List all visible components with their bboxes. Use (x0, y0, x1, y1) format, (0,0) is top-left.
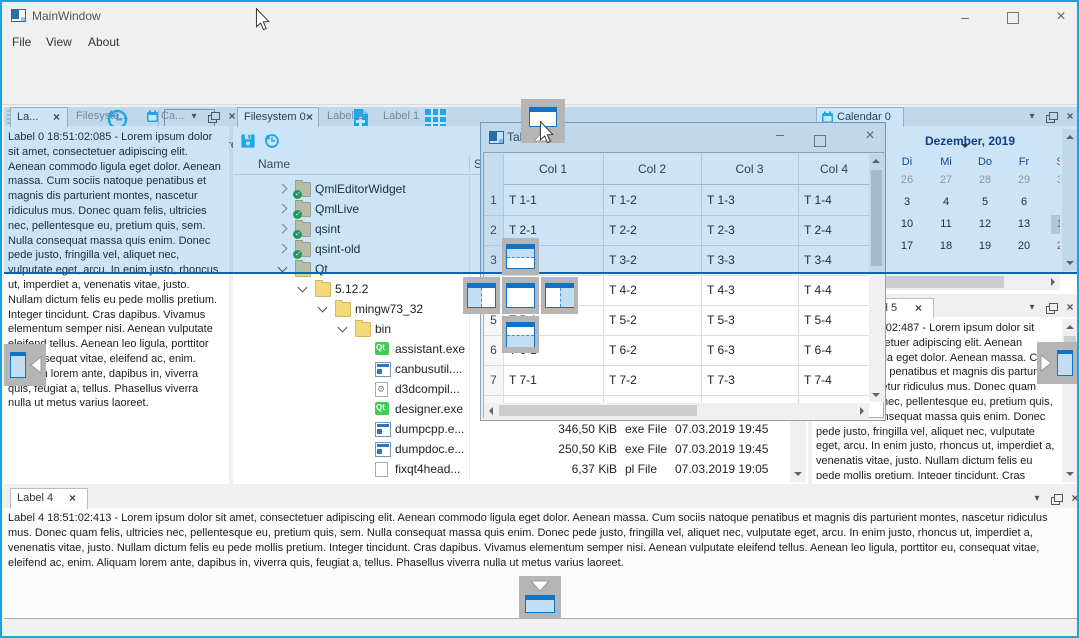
dock-menu-button[interactable]: ▾ (1025, 301, 1039, 315)
drop-indicator-center[interactable] (502, 277, 539, 314)
tree-item[interactable]: fixqt4head... 6,37 KiB pl File 07.03.2019 1… (233, 459, 789, 479)
menu-bar: File View About (2, 31, 1077, 53)
table-cell[interactable]: T 4-2 (609, 283, 637, 297)
drop-indicator-right-edge[interactable] (1037, 342, 1079, 384)
drop-indicator-left-edge[interactable] (4, 344, 46, 386)
toolbar: Save State Restore State test1 Create Pe… (2, 53, 1077, 105)
app-win-icon (375, 362, 391, 377)
file-type: exe File (625, 442, 667, 456)
tab-close-icon[interactable]: × (69, 491, 76, 505)
tab-label: Label 4 (17, 492, 53, 504)
app-win-icon (375, 442, 391, 457)
file-type: exe File (625, 422, 667, 436)
table-cell[interactable]: T 5-3 (707, 313, 735, 327)
table-cell[interactable]: T 6-4 (804, 343, 832, 357)
drop-indicator-split-top[interactable] (502, 238, 539, 275)
drop-arrow-left-icon (30, 356, 42, 374)
maximize-button[interactable] (998, 8, 1028, 28)
tree-item-label: bin (375, 322, 391, 336)
minimize-button[interactable]: – (950, 8, 980, 28)
table-cell[interactable]: T 5-4 (804, 313, 832, 327)
dock-close-button[interactable]: × (1068, 492, 1079, 506)
menu-view[interactable]: View (46, 35, 72, 49)
chevron-down-icon[interactable] (318, 303, 328, 313)
file-size: 250,50 KiB (507, 442, 617, 456)
table-hscrollbar[interactable] (484, 403, 869, 418)
app-icon (11, 9, 26, 22)
tab-label4[interactable]: Label 4 × (10, 488, 88, 509)
table-cell[interactable]: T 6-3 (707, 343, 735, 357)
dock-menu-button[interactable]: ▾ (1030, 492, 1044, 506)
tab-close-icon[interactable]: × (915, 301, 922, 315)
drop-arrow-right-icon (1040, 354, 1052, 372)
row-number: 5 (484, 313, 503, 327)
row-number: 6 (484, 343, 503, 357)
app-win-icon (375, 422, 391, 437)
label4-tabbar: Label 4 × ▾ × (4, 488, 1079, 508)
file-size: 346,50 KiB (507, 422, 617, 436)
tree-item-label: dumpdoc.e... (395, 442, 464, 456)
drop-indicator-bottom-edge[interactable] (519, 576, 561, 618)
drag-cursor (539, 121, 554, 144)
drop-indicator-split-bottom[interactable] (502, 316, 539, 353)
title-bar[interactable]: MainWindow – × (2, 2, 1077, 30)
doc-plain-icon (375, 462, 388, 477)
tree-item-label: assistant.exe (395, 342, 465, 356)
menu-about[interactable]: About (88, 35, 119, 49)
file-date: 07.03.2019 19:45 (675, 422, 768, 436)
qt-app-icon (375, 402, 389, 415)
doc-gear-icon (375, 382, 388, 397)
tree-item-label: canbusutil.... (395, 362, 462, 376)
tree-item-label: designer.exe (395, 402, 463, 416)
table-cell[interactable]: T 7-3 (707, 373, 735, 387)
dock-close-button[interactable]: × (1063, 301, 1077, 315)
file-date: 07.03.2019 19:05 (675, 462, 768, 476)
drop-arrow-down-icon (530, 580, 550, 592)
folder-yellow-icon (355, 322, 371, 337)
table-cell[interactable]: T 4-3 (707, 283, 735, 297)
tree-item-label: dumpcpp.e... (395, 422, 464, 436)
tree-item[interactable]: dumpcpp.e... 346,50 KiB exe File 07.03.2019… (233, 419, 789, 439)
drop-indicator-split-left[interactable] (463, 277, 500, 314)
chevron-down-icon[interactable] (338, 323, 348, 333)
table-cell[interactable]: T 7-4 (804, 373, 832, 387)
table-cell[interactable]: T 7-1 (509, 373, 537, 387)
dock-float-button[interactable] (1044, 301, 1058, 315)
drop-indicator-split-right[interactable] (541, 277, 578, 314)
tree-item[interactable]: dumpdoc.e... 250,50 KiB exe File 07.03.2019… (233, 439, 789, 459)
table-cell[interactable]: T 4-4 (804, 283, 832, 297)
table-cell[interactable]: T 7-2 (609, 373, 637, 387)
row-number: 7 (484, 373, 503, 387)
qt-app-icon (375, 342, 389, 355)
tree-item-label: d3dcompil... (395, 382, 460, 396)
tree-item-label: mingw73_32 (355, 302, 423, 316)
file-type: pl File (625, 462, 657, 476)
file-size: 6,37 KiB (507, 462, 617, 476)
dock-buttons: ▾ × (1025, 301, 1077, 315)
maximize-icon (1007, 12, 1019, 24)
main-window: MainWindow – × File View About Save Stat… (0, 0, 1079, 638)
mouse-cursor (255, 8, 270, 31)
folder-yellow-icon (315, 282, 331, 297)
tree-item-label: fixqt4head... (395, 462, 460, 476)
dock-buttons: ▾ × (1030, 492, 1079, 506)
dock-float-button[interactable] (1049, 492, 1063, 506)
menu-file[interactable]: File (12, 35, 31, 49)
table-cell[interactable]: T 5-2 (609, 313, 637, 327)
table-cell[interactable]: T 6-2 (609, 343, 637, 357)
tree-item-label: 5.12.2 (335, 282, 368, 296)
close-button[interactable]: × (1046, 8, 1076, 28)
chevron-down-icon[interactable] (298, 283, 308, 293)
file-date: 07.03.2019 19:45 (675, 442, 768, 456)
window-title: MainWindow (32, 9, 101, 23)
folder-yellow-icon (335, 302, 351, 317)
